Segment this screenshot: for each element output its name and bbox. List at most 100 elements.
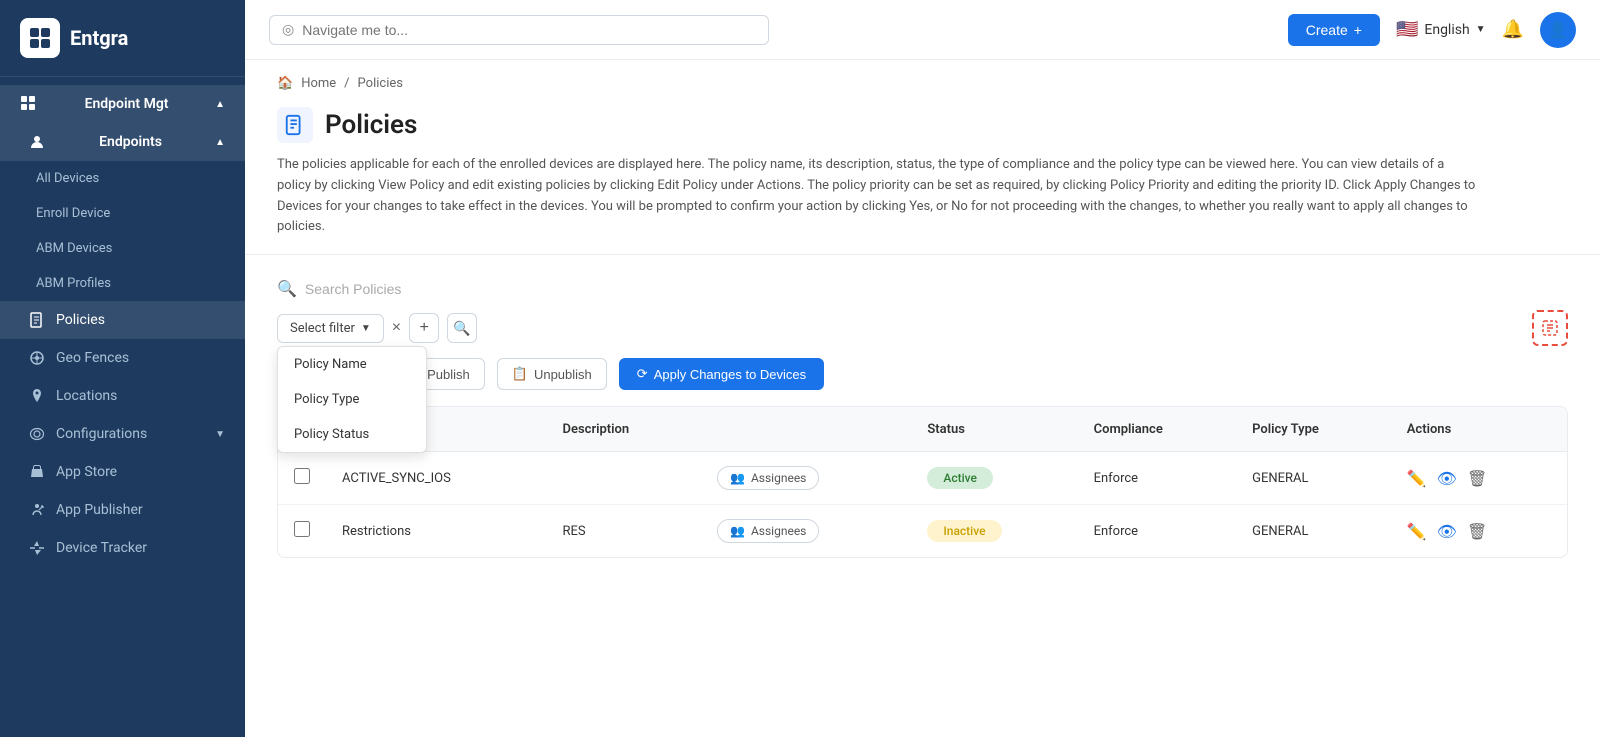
nav-search-input[interactable] xyxy=(302,22,756,38)
breadcrumb: 🏠 Home / Policies xyxy=(245,60,1600,99)
row-2-status: Inactive xyxy=(911,505,1077,558)
row-1-edit-icon[interactable]: ✏️ xyxy=(1407,469,1427,488)
chevron-up-icon: ▲ xyxy=(215,99,225,110)
location-icon xyxy=(28,387,46,405)
dropdown-item-policy-type[interactable]: Policy Type xyxy=(278,382,426,417)
col-compliance: Compliance xyxy=(1078,407,1237,452)
nav-search-wrapper[interactable]: ◎ xyxy=(269,15,769,45)
user-icon: 👤 xyxy=(1548,20,1568,40)
row-2-assignees-badge[interactable]: 👥 Assignees xyxy=(717,519,819,543)
apply-icon: ⟳ xyxy=(637,366,648,382)
dropdown-item-policy-name[interactable]: Policy Name xyxy=(278,347,426,382)
search-input[interactable] xyxy=(305,281,1568,297)
sidebar-logo: Entgra xyxy=(0,0,245,77)
endpoints-label: Endpoints xyxy=(99,134,162,150)
app-store-label: App Store xyxy=(56,464,117,480)
sidebar-item-endpoint-mgt[interactable]: Endpoint Mgt ▲ xyxy=(0,85,245,123)
filter-clear-button[interactable]: × xyxy=(392,319,401,337)
sidebar-item-geo-fences[interactable]: Geo Fences xyxy=(0,339,245,377)
row-2-compliance: Enforce xyxy=(1078,505,1237,558)
sidebar-item-locations[interactable]: Locations xyxy=(0,377,245,415)
user-avatar-button[interactable]: 👤 xyxy=(1540,12,1576,48)
page-title-icon xyxy=(277,107,313,143)
sidebar-item-device-tracker[interactable]: Device Tracker xyxy=(0,529,245,567)
sidebar-item-policies[interactable]: Policies xyxy=(0,301,245,339)
export-button[interactable] xyxy=(1532,310,1568,346)
configurations-label: Configurations xyxy=(56,426,147,442)
apply-changes-button[interactable]: ⟳ Apply Changes to Devices xyxy=(619,358,824,390)
col-assignees xyxy=(701,407,911,452)
nav-search-icon: ◎ xyxy=(282,22,294,38)
sidebar-section-endpoint: Endpoint Mgt ▲ Endpoints ▲ All Devices E… xyxy=(0,77,245,575)
col-actions: Actions xyxy=(1391,407,1567,452)
apply-label: Apply Changes to Devices xyxy=(654,367,806,382)
row-1-status-badge: Active xyxy=(927,467,993,489)
col-description: Description xyxy=(547,407,701,452)
sidebar-item-endpoints[interactable]: Endpoints ▲ xyxy=(0,123,245,161)
main-content: ◎ Create + 🇺🇸 English ▼ 🔔 👤 xyxy=(245,0,1600,737)
unpublish-button[interactable]: 📋 Unpublish xyxy=(497,358,607,390)
add-icon: + xyxy=(419,319,428,337)
row-1-action-icons: ✏️ 👁 🗑 xyxy=(1407,469,1551,488)
row-2-delete-icon[interactable]: 🗑 xyxy=(1467,522,1487,541)
config-icon xyxy=(28,425,46,443)
filter-search-button[interactable]: 🔍 xyxy=(447,313,477,343)
filter-add-button[interactable]: + xyxy=(409,313,439,343)
row-1-actions: ✏️ 👁 🗑 xyxy=(1391,452,1567,505)
page-title: Policies xyxy=(325,110,417,140)
table-row: ACTIVE_SYNC_IOS 👥 Assignees Active xyxy=(278,452,1567,505)
row-1-checkbox[interactable] xyxy=(294,468,310,484)
sidebar-item-app-store[interactable]: App Store xyxy=(0,453,245,491)
dropdown-item-policy-status[interactable]: Policy Status xyxy=(278,417,426,452)
assignees-icon: 👥 xyxy=(730,471,745,485)
policies-table: Policy Name Description Status Complianc… xyxy=(278,407,1567,557)
filter-select[interactable]: Select filter ▼ xyxy=(277,314,384,343)
row-1-assignees: 👥 Assignees xyxy=(701,452,911,505)
configurations-chevron-icon: ▼ xyxy=(215,429,225,440)
breadcrumb-current: Policies xyxy=(358,76,403,91)
page-header: Policies The policies applicable for eac… xyxy=(245,99,1600,255)
row-2-checkbox[interactable] xyxy=(294,521,310,537)
sidebar-item-abm-devices[interactable]: ABM Devices xyxy=(0,231,245,266)
policies-label: Policies xyxy=(56,312,105,328)
sidebar-item-enroll-device[interactable]: Enroll Device xyxy=(0,196,245,231)
col-policy-type: Policy Type xyxy=(1236,407,1391,452)
row-1-assignees-label: Assignees xyxy=(751,471,806,485)
filter-select-label: Select filter xyxy=(290,321,355,336)
locations-label: Locations xyxy=(56,388,117,404)
sidebar-item-all-devices[interactable]: All Devices xyxy=(0,161,245,196)
store-icon xyxy=(28,463,46,481)
sidebar-item-app-publisher[interactable]: App Publisher xyxy=(0,491,245,529)
logo-icon xyxy=(20,18,60,58)
row-2-edit-icon[interactable]: ✏️ xyxy=(1407,522,1427,541)
endpoint-mgt-label: Endpoint Mgt xyxy=(85,96,169,112)
filter-row: Select filter ▼ × + 🔍 Policy Name xyxy=(277,310,1568,346)
enroll-device-label: Enroll Device xyxy=(36,206,110,221)
page-description: The policies applicable for each of the … xyxy=(277,155,1477,238)
row-2-policy-type: GENERAL xyxy=(1236,505,1391,558)
create-button[interactable]: Create + xyxy=(1288,14,1380,46)
bell-icon: 🔔 xyxy=(1502,19,1524,39)
search-icon: 🔍 xyxy=(277,279,297,298)
row-1-assignees-badge[interactable]: 👥 Assignees xyxy=(717,466,819,490)
sidebar-item-configurations[interactable]: Configurations ▼ xyxy=(0,415,245,453)
row-2-assignees-label: Assignees xyxy=(751,524,806,538)
breadcrumb-separator: / xyxy=(344,76,349,91)
endpoints-icon xyxy=(28,133,46,151)
assignees-icon-2: 👥 xyxy=(730,524,745,538)
sidebar-item-abm-profiles[interactable]: ABM Profiles xyxy=(0,266,245,301)
search-bar: 🔍 xyxy=(277,279,1568,298)
language-selector[interactable]: 🇺🇸 English ▼ xyxy=(1396,19,1486,40)
row-1-view-icon[interactable]: 👁 xyxy=(1437,469,1457,488)
sidebar: Entgra Endpoint Mgt ▲ En xyxy=(0,0,245,737)
table-header-row: Policy Name Description Status Complianc… xyxy=(278,407,1567,452)
content-inner: 🏠 Home / Policies Policies xyxy=(245,60,1600,737)
breadcrumb-home[interactable]: Home xyxy=(301,76,336,91)
row-1-delete-icon[interactable]: 🗑 xyxy=(1467,469,1487,488)
row-1-status: Active xyxy=(911,452,1077,505)
home-icon: 🏠 xyxy=(277,76,293,91)
grid-icon xyxy=(20,95,38,113)
notifications-button[interactable]: 🔔 xyxy=(1502,19,1524,40)
row-2-status-badge: Inactive xyxy=(927,520,1001,542)
row-2-view-icon[interactable]: 👁 xyxy=(1437,522,1457,541)
